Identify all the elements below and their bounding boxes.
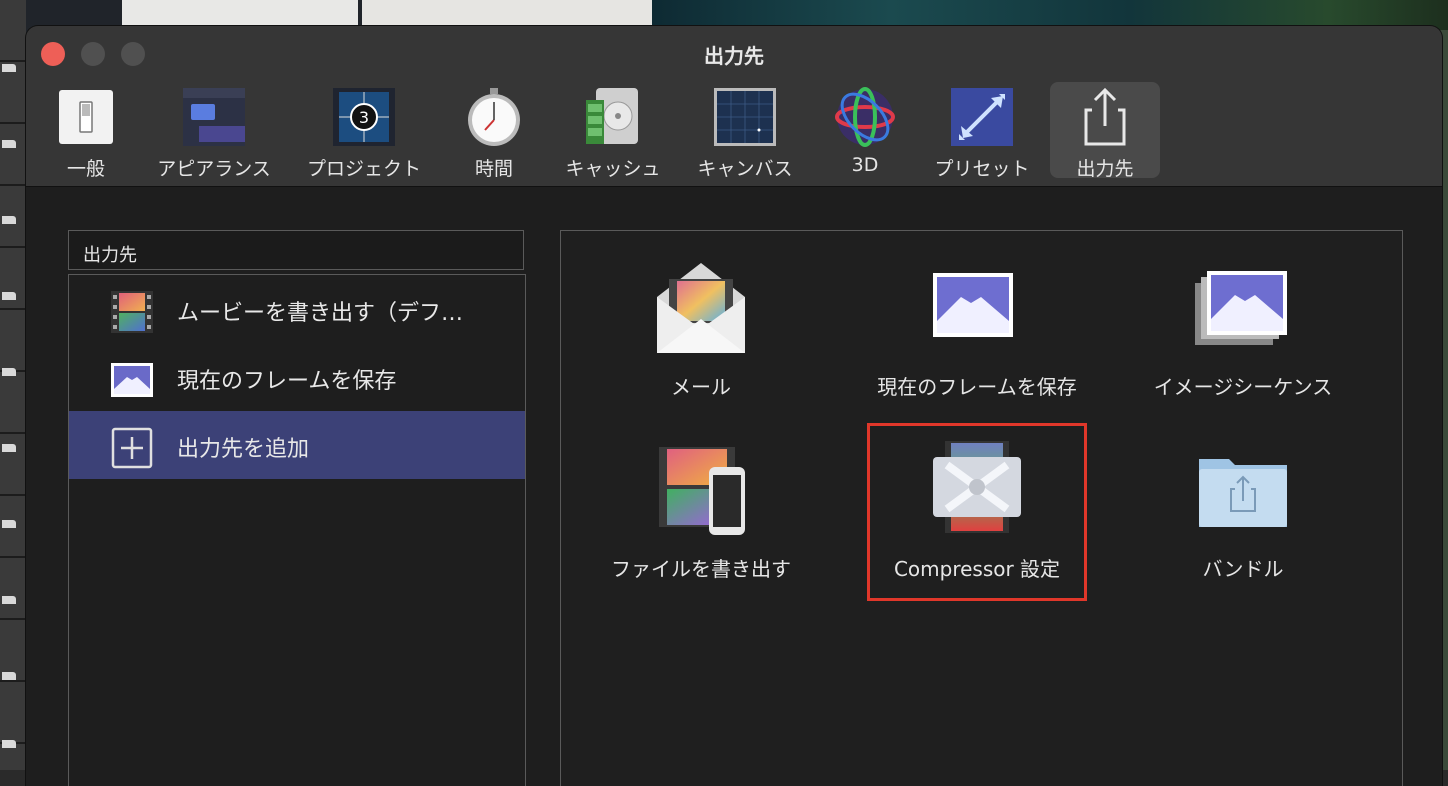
canvas-icon (714, 88, 776, 146)
share-icon (1084, 87, 1126, 146)
toolbar: 出力先 一般 アピアランス 3 プロジェクト 時間 キャッシュ キャンバス 3D… (26, 26, 1442, 187)
destination-templates-panel: メール 現在のフレームを保存 イメージシーケンス ファイルを書き出す Compr… (560, 230, 1403, 786)
preset-icon (951, 88, 1013, 146)
destination-export-file[interactable]: ファイルを書き出す (571, 439, 831, 609)
list-header-label: 出力先 (83, 245, 137, 266)
image-sequence-icon (1195, 271, 1287, 345)
window-title: 出力先 (704, 44, 764, 68)
tab-time[interactable]: 時間 (454, 82, 534, 180)
destination-save-frame[interactable]: 現在のフレームを保存 (847, 257, 1107, 427)
tab-destinations[interactable]: 出力先 (1050, 82, 1160, 180)
tab-3d[interactable]: 3D (826, 82, 904, 178)
project-icon: 3 (333, 88, 395, 146)
destination-mail[interactable]: メール (571, 257, 831, 427)
appearance-icon (183, 88, 245, 146)
mountain-frame-icon (933, 273, 1013, 337)
plus-box-icon (111, 427, 153, 469)
bundle-folder-icon (1199, 459, 1287, 527)
film-icon (111, 291, 153, 333)
tab-project[interactable]: 3 プロジェクト (302, 82, 426, 180)
cache-icon (586, 88, 638, 144)
tab-canvas[interactable]: キャンバス (690, 82, 800, 180)
tab-cache[interactable]: キャッシュ (558, 82, 668, 180)
tab-presets[interactable]: プリセット (924, 82, 1040, 180)
list-item-add-destination[interactable]: 出力先を追加 (69, 411, 525, 479)
destinations-list[interactable]: ムービーを書き出す（デフ… 現在のフレームを保存 出力先を追加 (68, 274, 526, 786)
list-item-save-frame[interactable]: 現在のフレームを保存 (69, 343, 525, 411)
destination-bundle[interactable]: バンドル (1113, 439, 1373, 609)
tab-appearance[interactable]: アピアランス (148, 82, 280, 180)
switch-icon (59, 90, 113, 144)
desktop-left-strip (0, 0, 26, 770)
destinations-list-header: 出力先 (68, 230, 524, 270)
stopwatch-icon (468, 88, 520, 146)
mail-envelope-icon (657, 263, 745, 353)
highlight-box (867, 423, 1087, 601)
list-item-export-movie[interactable]: ムービーを書き出す（デフ… (69, 275, 525, 343)
destination-image-sequence[interactable]: イメージシーケンス (1113, 257, 1373, 427)
preferences-window: 出力先 一般 アピアランス 3 プロジェクト 時間 キャッシュ キャンバス 3D… (26, 26, 1442, 786)
sphere-3d-icon (835, 87, 895, 147)
film-phone-icon (659, 447, 745, 535)
tab-general[interactable]: 一般 (46, 82, 126, 180)
mountain-frame-icon (111, 363, 153, 397)
svg-text:3: 3 (359, 108, 369, 127)
